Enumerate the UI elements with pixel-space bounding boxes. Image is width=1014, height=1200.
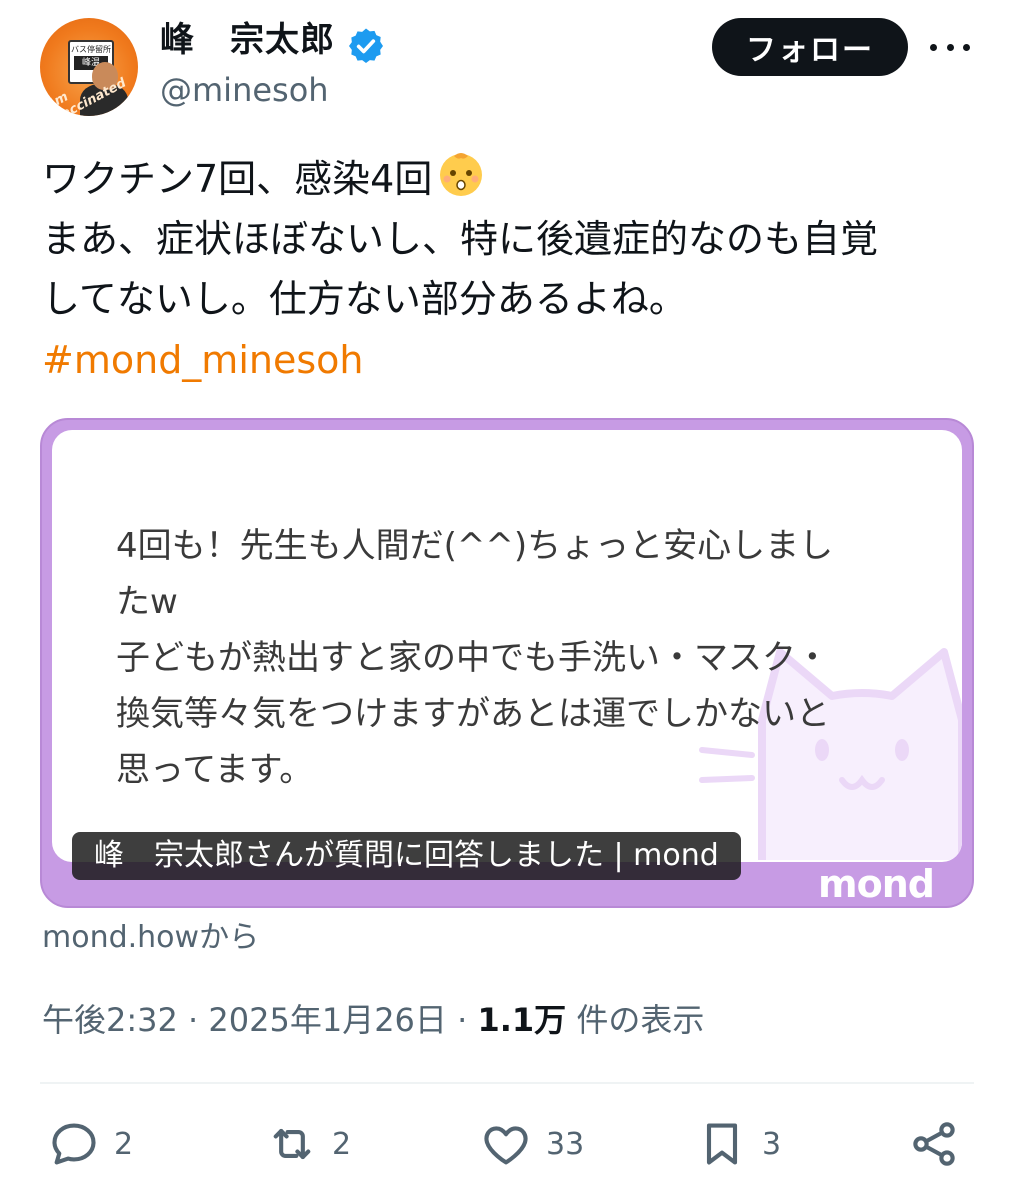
repost-count: 2 [332,1126,352,1162]
card-line-3: 子どもが熱出すと家の中でも手洗い・マスク・ [116,638,830,678]
avatar-sign-top: バス停留所 [71,45,111,54]
tweet-time[interactable]: 午後2:32 [42,1001,178,1039]
like-icon [484,1126,528,1165]
like-button[interactable]: 33 [480,1114,584,1174]
tweet-line-2: まあ、症状ほぼないし、特に後遺症的なのも自覚 [42,217,879,261]
bookmark-icon [706,1123,738,1165]
mond-logo: mond [818,862,935,906]
link-card[interactable]: 4回も！先生も人間だ(^^)ちょっと安心しまし たw 子どもが熱出すと家の中でも… [40,418,974,908]
like-count: 33 [546,1126,585,1162]
card-caption: 峰 宗太郎さんが質問に回答しました | mond [72,832,741,880]
share-button[interactable] [908,1114,960,1174]
divider [40,1082,974,1084]
tweet-date[interactable]: 2025年1月26日 [208,1001,447,1039]
share-icon [913,1122,955,1166]
verified-badge-icon [349,28,383,63]
card-line-5: 思ってます。 [116,750,314,790]
follow-button[interactable]: フォロー [712,18,908,76]
tweet-line-3: してないし。仕方ない部分あるよね。 [42,277,687,321]
tweet-line-1: ワクチン7回、感染4回 [42,157,433,201]
card-source-link[interactable]: mond.howから [42,916,259,960]
view-label: 件の表示 [566,1001,705,1039]
view-count: 1.1万 [477,1001,567,1039]
card-line-1: 4回も！先生も人間だ(^^)ちょっと安心しまし [116,526,834,566]
reply-icon [52,1123,96,1165]
repost-button[interactable]: 2 [266,1114,351,1174]
card-line-4: 換気等々気をつけますがあとは運でしかないと [116,694,830,734]
avatar[interactable]: バス停留所 峰温 I'm Vaccinated [40,18,138,116]
more-icon[interactable] [930,30,970,64]
card-answer-text: 4回も！先生も人間だ(^^)ちょっと安心しまし たw 子どもが熱出すと家の中でも… [116,518,916,798]
bookmark-count: 3 [762,1126,782,1162]
baby-emoji-icon [440,153,483,196]
tweet-text: ワクチン7回、感染4回 まあ、症状ほぼないし、特に後遺症的なのも自覚 してないし… [42,148,982,329]
bookmark-button[interactable]: 3 [696,1114,781,1174]
meta-separator: · [177,1001,209,1039]
repost-icon [273,1128,311,1160]
tweet-meta: 午後2:32 · 2025年1月26日 · 1.1万 件の表示 [42,996,704,1044]
reply-count: 2 [114,1126,134,1162]
meta-separator: · [446,1001,478,1039]
hashtag-link[interactable]: #mond_minesoh [42,330,363,390]
display-name[interactable]: 峰 宗太郎 [160,16,335,64]
reply-button[interactable]: 2 [48,1114,133,1174]
user-handle[interactable]: @minesoh [160,68,329,112]
card-content: 4回も！先生も人間だ(^^)ちょっと安心しまし たw 子どもが熱出すと家の中でも… [52,430,962,862]
card-line-2: たw [116,582,178,622]
